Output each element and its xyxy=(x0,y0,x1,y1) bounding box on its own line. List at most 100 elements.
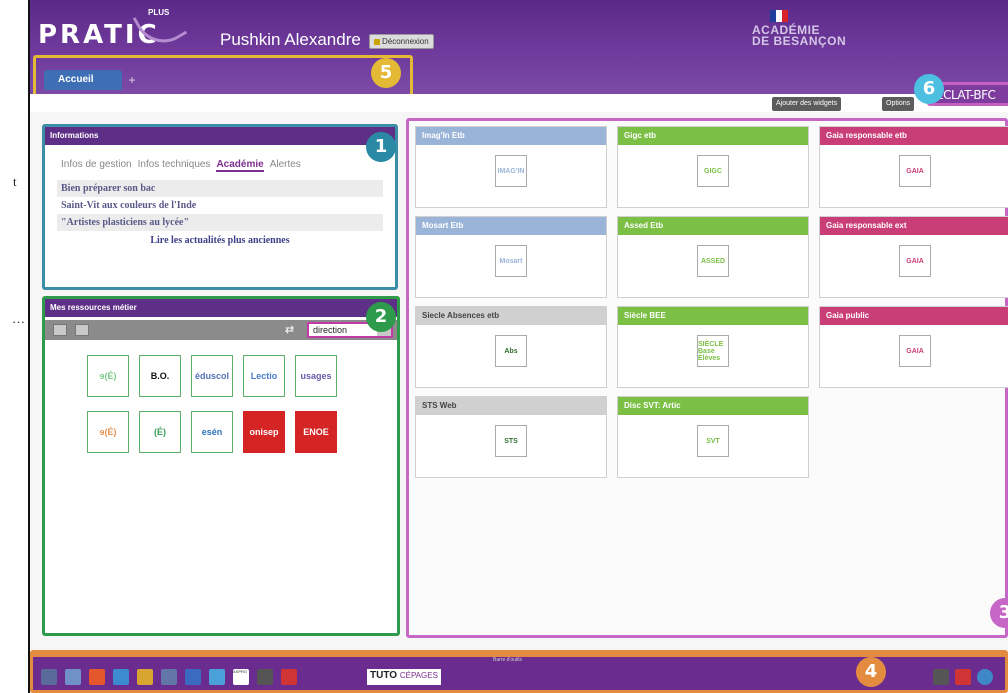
widget-card[interactable]: Siecle Absences etb Abs xyxy=(415,306,607,388)
informations-title: Informations xyxy=(45,127,395,145)
dock-tool-icon[interactable] xyxy=(41,669,57,685)
subtab-infos-techniques[interactable]: Infos techniques xyxy=(138,159,211,172)
widget-card-icon[interactable]: GAIA xyxy=(899,335,931,367)
news-item[interactable]: Saint-Vit aux couleurs de l'Inde xyxy=(57,197,383,214)
subtab-alertes[interactable]: Alertes xyxy=(270,159,301,172)
widget-card-title: Siecle Absences etb xyxy=(416,307,606,325)
widget-card[interactable]: Gaia responsable ext GAIA xyxy=(819,216,1008,298)
fragment-char-t: t xyxy=(13,174,17,189)
tile-enoe[interactable]: ENOE xyxy=(295,411,337,453)
widget-card-title: Gigc etb xyxy=(618,127,808,145)
dock-tool-icon[interactable]: ASPRO xyxy=(233,669,249,685)
dock-tool-icon[interactable] xyxy=(137,669,153,685)
resource-tiles: ɘ(É) B.O. éduscol Lectio usages ɘ(É) (É) esén on… xyxy=(87,355,337,453)
widget-card[interactable]: Assed Etb ASSED xyxy=(617,216,809,298)
swap-icon[interactable]: ⇄ xyxy=(285,323,294,336)
widget-card-title: STS Web xyxy=(416,397,606,415)
options-button[interactable]: Options xyxy=(882,97,915,111)
subtab-academie[interactable]: Académie xyxy=(216,159,264,172)
tile-bo[interactable]: B.O. xyxy=(139,355,181,397)
widget-card-title: Imag'In Etb xyxy=(416,127,606,145)
tile-lectio[interactable]: Lectio xyxy=(243,355,285,397)
widget-card[interactable]: Disc SVT: Artic SVT xyxy=(617,396,809,478)
logo-plus: PLUS xyxy=(148,8,170,17)
widget-card-icon[interactable]: SIÈCLE Base Élèves xyxy=(697,335,729,367)
dock-tool-icon[interactable] xyxy=(209,669,225,685)
widget-card-icon[interactable]: ASSED xyxy=(697,245,729,277)
widget-card-title: Disc SVT: Artic xyxy=(618,397,808,415)
widget-card-icon[interactable]: GIGC xyxy=(697,155,729,187)
select-value: direction xyxy=(313,325,348,335)
toolbar-strip xyxy=(30,94,1008,112)
marker-2: 2 xyxy=(366,302,396,332)
widget-card-icon[interactable]: IMAG'IN xyxy=(495,155,527,187)
dock-tool-icon[interactable] xyxy=(161,669,177,685)
resources-widget: Mes ressources métier ⇄ direction ɘ(É) B.… xyxy=(42,296,400,636)
logout-button[interactable]: Déconnexion xyxy=(369,34,434,49)
dock-tool-icon[interactable] xyxy=(185,669,201,685)
help-icon[interactable] xyxy=(75,324,89,336)
academy-logo: ACADÉMIE DE BESANÇON xyxy=(752,10,846,47)
dock-tool-icon[interactable] xyxy=(281,669,297,685)
widget-card-title: Gaia responsable ext xyxy=(820,217,1008,235)
widget-card-icon[interactable]: STS xyxy=(495,425,527,457)
flag-icon xyxy=(770,10,788,22)
dock-title: Barre d'outils xyxy=(493,657,523,663)
tile-esen[interactable]: esén xyxy=(191,411,233,453)
dock-tool-icon[interactable] xyxy=(955,669,971,685)
resources-title: Mes ressources métier xyxy=(45,299,397,317)
logout-label: Déconnexion xyxy=(382,37,429,46)
marker-4: 4 xyxy=(856,657,886,687)
fragment-ellipsis: … xyxy=(12,311,25,326)
widget-card[interactable]: Mosart Etb Mosart xyxy=(415,216,607,298)
dock-tool-icon[interactable] xyxy=(933,669,949,685)
widget-card[interactable]: Siècle BEE SIÈCLE Base Élèves xyxy=(617,306,809,388)
resources-toolbar: ⇄ direction xyxy=(45,320,397,340)
left-document-fragment: t … xyxy=(0,0,30,693)
image-icon[interactable] xyxy=(53,324,67,336)
widget-card-title: Gaia public xyxy=(820,307,1008,325)
widget-card-icon[interactable]: Mosart xyxy=(495,245,527,277)
widgets-area: Imag'In Etb IMAG'IN Mosart Etb Mosart Siecle… xyxy=(406,118,1008,638)
tile-eduscol[interactable]: ɘ(É) xyxy=(87,355,129,397)
tile-usages[interactable]: usages xyxy=(295,355,337,397)
marker-1: 1 xyxy=(366,132,396,162)
pratic-app: PRATIC PLUS Pushkin Alexandre Déconnexio… xyxy=(30,0,1008,693)
widget-card-icon[interactable]: SVT xyxy=(697,425,729,457)
news-item[interactable]: "Artistes plasticiens au lycée" xyxy=(57,214,383,231)
dock-tool-icon[interactable] xyxy=(977,669,993,685)
dock-tool-icon[interactable] xyxy=(65,669,81,685)
subtab-infos-gestion[interactable]: Infos de gestion xyxy=(61,159,132,172)
dock-tool-icon[interactable] xyxy=(113,669,129,685)
tuto-cepages-button[interactable]: TUTO CÉPAGES xyxy=(367,669,441,685)
dock-tool-icon[interactable] xyxy=(257,669,273,685)
widget-card-title: Gaia responsable etb xyxy=(820,127,1008,145)
widget-card[interactable]: Gaia public GAIA xyxy=(819,306,1008,388)
tile-eduscol-4[interactable]: (É) xyxy=(139,411,181,453)
pratic-logo[interactable]: PRATIC PLUS xyxy=(38,0,188,54)
screenshot: t … PRATIC PLUS Pushkin Alexandre Déconn… xyxy=(0,0,1008,693)
widget-card-icon[interactable]: GAIA xyxy=(899,245,931,277)
widget-card-title: Assed Etb xyxy=(618,217,808,235)
tile-eduscol-2[interactable]: éduscol xyxy=(191,355,233,397)
tile-eduscol-3[interactable]: ɘ(É) xyxy=(87,411,129,453)
news-item[interactable]: Bien préparer son bac xyxy=(57,180,383,197)
widget-card-title: Mosart Etb xyxy=(416,217,606,235)
widget-card-title: Siècle BEE xyxy=(618,307,808,325)
widget-card[interactable]: Gaia responsable etb GAIA xyxy=(819,126,1008,208)
news-list: Bien préparer son bac Saint-Vit aux coul… xyxy=(57,180,383,246)
older-news-link[interactable]: Lire les actualités plus anciennes xyxy=(57,235,383,246)
widget-card-icon[interactable]: GAIA xyxy=(899,155,931,187)
widget-card[interactable]: STS Web STS xyxy=(415,396,607,478)
dock-tool-icon[interactable] xyxy=(89,669,105,685)
lock-icon xyxy=(374,38,380,45)
cepages-label: CÉPAGES xyxy=(399,671,438,680)
academy-line2: DE BESANÇON xyxy=(752,34,847,48)
widget-card[interactable]: Gigc etb GIGC xyxy=(617,126,809,208)
tile-onisep[interactable]: onisep xyxy=(243,411,285,453)
add-widgets-button[interactable]: Ajouter des widgets xyxy=(772,97,842,111)
widget-card[interactable]: Imag'In Etb IMAG'IN xyxy=(415,126,607,208)
tuto-label: TUTO xyxy=(370,670,398,681)
marker-5: 5 xyxy=(371,58,401,88)
widget-card-icon[interactable]: Abs xyxy=(495,335,527,367)
